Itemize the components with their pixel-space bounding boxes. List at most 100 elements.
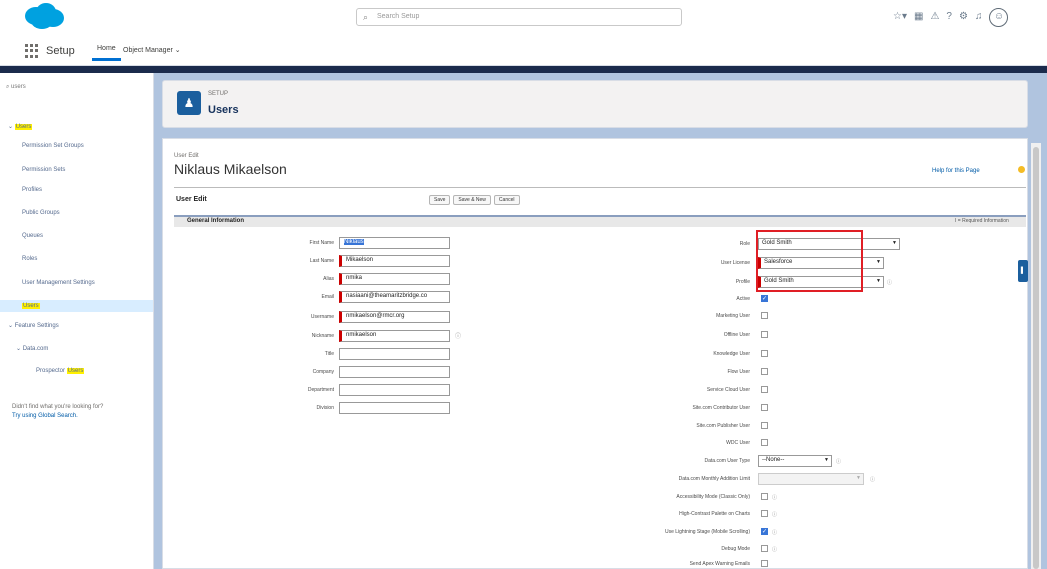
- nickname-field[interactable]: nmikaelson: [339, 330, 450, 342]
- flow-user-label: Flow User: [727, 369, 750, 375]
- email-field[interactable]: nasiaani@theamaritzbridge.co: [339, 291, 450, 303]
- divider: [174, 187, 1026, 188]
- cancel-button[interactable]: Cancel: [493, 195, 520, 205]
- app-launcher-icon[interactable]: [25, 44, 39, 58]
- app-title: Setup: [46, 45, 75, 57]
- sidebar-item-label: Users: [22, 303, 40, 309]
- marketing-user-checkbox[interactable]: [761, 312, 768, 319]
- sitecom-publisher-checkbox[interactable]: [761, 422, 768, 429]
- alias-field[interactable]: nmika: [339, 273, 450, 285]
- company-label: Company: [312, 369, 334, 375]
- info-icon[interactable]: ⓘ: [772, 511, 777, 518]
- marketing-user-label: Marketing User: [716, 313, 750, 319]
- scrollbar-thumb[interactable]: [1033, 147, 1039, 569]
- sitecom-contributor-checkbox[interactable]: [761, 404, 768, 411]
- sidebar-item-label-pre: Prospector: [36, 368, 67, 374]
- last-name-label: Last Name: [309, 258, 334, 264]
- help-link[interactable]: Help for this Page: [932, 168, 980, 174]
- lightning-stage-label: Use Lightning Stage (Mobile Scrolling): [664, 529, 750, 535]
- accessibility-mode-checkbox[interactable]: [761, 493, 768, 500]
- bell-icon[interactable]: ♫: [975, 12, 983, 22]
- sidebar-item-public-groups[interactable]: Public Groups: [22, 210, 60, 216]
- page-eyebrow: SETUP: [208, 91, 229, 97]
- apex-warning-checkbox[interactable]: [761, 560, 768, 567]
- gear-icon[interactable]: ⚙: [959, 12, 968, 22]
- quick-find-value: users: [11, 84, 26, 90]
- highlight-box: [756, 230, 863, 292]
- datacom-limit-label: Data.com Monthly Addition Limit: [678, 476, 750, 482]
- lightning-stage-checkbox[interactable]: ✓: [761, 528, 768, 535]
- info-icon[interactable]: ⓘ: [455, 331, 461, 340]
- sidebar-item-datacom[interactable]: ⌄ Data.com: [16, 345, 48, 352]
- sidebar-item-profiles[interactable]: Profiles: [22, 187, 42, 193]
- tab-object-manager[interactable]: Object Manager ⌄: [123, 46, 181, 54]
- info-icon[interactable]: ⓘ: [887, 279, 892, 286]
- sidebar-item-roles[interactable]: Roles: [22, 256, 37, 262]
- button-group: Save Save & New Cancel: [429, 195, 520, 205]
- flow-user-checkbox[interactable]: [761, 368, 768, 375]
- sitecom-contributor-label: Site.com Contributor User: [692, 405, 750, 411]
- sidebar-item-prospector-users[interactable]: Prospector Users: [36, 368, 85, 374]
- info-icon[interactable]: ⓘ: [772, 494, 777, 501]
- offline-user-checkbox[interactable]: [761, 331, 768, 338]
- datacom-user-type-select[interactable]: --None-- ▼: [758, 455, 832, 467]
- wdc-user-checkbox[interactable]: [761, 439, 768, 446]
- profile-label: Profile: [735, 279, 750, 285]
- header-band: [0, 66, 1047, 73]
- datacom-user-type-value: --None--: [762, 457, 785, 463]
- sidebar-item-label-hl: Users: [66, 368, 85, 374]
- help-icon[interactable]: ?: [946, 12, 952, 22]
- debug-mode-checkbox[interactable]: [761, 545, 768, 552]
- department-field[interactable]: [339, 384, 450, 396]
- apex-warning-label: Send Apex Warning Emails: [689, 561, 750, 567]
- chevron-down-icon: ▼: [856, 475, 861, 481]
- active-checkbox[interactable]: ✓: [761, 295, 768, 302]
- info-icon[interactable]: ⓘ: [836, 458, 841, 465]
- save-new-button[interactable]: Save & New: [453, 195, 491, 205]
- help-icon[interactable]: [1018, 166, 1025, 173]
- info-icon[interactable]: ⓘ: [772, 529, 777, 536]
- chevron-down-icon: ▼: [876, 278, 881, 284]
- notifications-tray-icon[interactable]: ⚠: [930, 12, 939, 22]
- sidebar-help-line1: Didn't find what you're looking for?: [12, 404, 104, 410]
- username-field[interactable]: nmikaelson@rmcr.org: [339, 311, 450, 323]
- global-search-input[interactable]: ⌕ Search Setup: [356, 8, 682, 26]
- tab-home[interactable]: Home: [92, 41, 121, 61]
- accessibility-mode-label: Accessibility Mode (Classic Only): [676, 494, 750, 500]
- alias-label: Alias: [323, 276, 334, 282]
- section-header: [174, 215, 1026, 227]
- sidebar-item-label: Users: [14, 124, 33, 130]
- chevron-down-icon: ⌄: [174, 47, 181, 54]
- save-button[interactable]: Save: [429, 195, 451, 205]
- sidebar-item-users-parent[interactable]: ⌄ Users: [8, 123, 33, 130]
- tab-object-manager-label: Object Manager: [123, 47, 173, 54]
- division-field[interactable]: [339, 402, 450, 414]
- first-name-field[interactable]: Niklaus: [339, 237, 450, 249]
- search-icon: ⌕: [363, 12, 369, 22]
- knowledge-user-checkbox[interactable]: [761, 350, 768, 357]
- wdc-user-label: WDC User: [726, 440, 750, 446]
- sidebar-item-permission-sets[interactable]: Permission Sets: [22, 167, 65, 173]
- service-cloud-user-checkbox[interactable]: [761, 386, 768, 393]
- info-icon[interactable]: ⓘ: [772, 546, 777, 553]
- favorites-icon[interactable]: ☆▾: [893, 12, 907, 22]
- apps-icon[interactable]: ▦: [914, 12, 923, 22]
- company-field[interactable]: [339, 366, 450, 378]
- title-label: Title: [324, 351, 334, 357]
- title-field[interactable]: [339, 348, 450, 360]
- high-contrast-checkbox[interactable]: [761, 510, 768, 517]
- side-panel-toggle[interactable]: ▌: [1018, 260, 1028, 282]
- sidebar-item-permission-set-groups[interactable]: Permission Set Groups: [22, 143, 84, 149]
- sidebar-item-feature-settings[interactable]: ⌄ Feature Settings: [8, 322, 59, 329]
- avatar-icon[interactable]: ☺: [989, 7, 1009, 27]
- info-icon[interactable]: ⓘ: [870, 476, 875, 483]
- quick-find-input[interactable]: ⌕ users: [4, 82, 150, 96]
- search-placeholder: Search Setup: [377, 13, 420, 20]
- sitecom-publisher-label: Site.com Publisher User: [696, 423, 750, 429]
- sidebar-item-users[interactable]: Users: [0, 300, 153, 312]
- salesforce-logo[interactable]: [22, 2, 66, 30]
- sidebar-item-user-management-settings[interactable]: User Management Settings: [22, 280, 95, 286]
- sidebar-help-line2[interactable]: Try using Global Search.: [12, 412, 150, 421]
- last-name-field[interactable]: Mikaelson: [339, 255, 450, 267]
- sidebar-item-queues[interactable]: Queues: [22, 233, 43, 239]
